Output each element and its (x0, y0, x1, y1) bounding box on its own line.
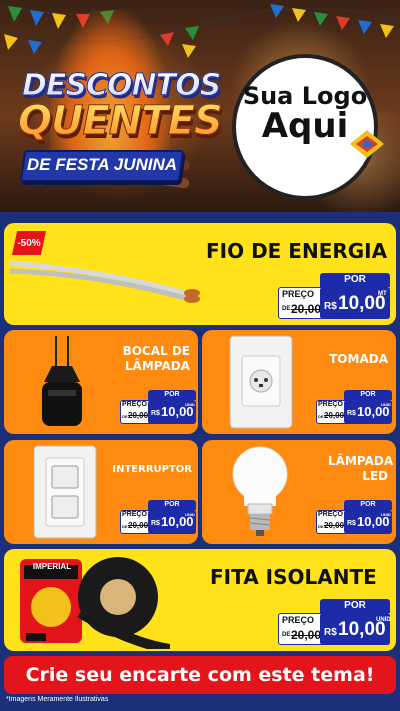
product-card-lampada[interactable]: LÂMPADA LED POR PREÇO DE 20,00 R$ 10,00 … (202, 440, 396, 544)
price-tag: POR PREÇO DE 20,00 R$ 10,00 UNID (278, 599, 391, 647)
product-card-fio[interactable]: -50% FIO DE ENERGIA POR PREÇO DE 20,00 R… (4, 223, 396, 325)
por-label: POR (344, 390, 392, 400)
de-label: DE (122, 524, 128, 529)
currency: R$ (324, 301, 337, 312)
preco-label: PREÇO (122, 511, 147, 518)
unit-label: UNID (381, 402, 391, 407)
product-card-interruptor[interactable]: INTERRUPTOR POR PREÇO DE 20,00 R$ 10,00 … (4, 440, 198, 544)
por-label: POR (320, 599, 390, 613)
product-card-bocal[interactable]: BOCAL DE LÂMPADA POR PREÇO DE 20,00 R$ 1… (4, 330, 198, 434)
product-card-fita[interactable]: IMPERIAL FITA ISOLANTE POR PREÇO DE 20,0… (4, 549, 396, 651)
unit-label: UNID (376, 617, 391, 623)
preco-label: PREÇO (122, 401, 147, 408)
currency: R$ (347, 520, 356, 527)
product-card-tomada[interactable]: TOMADA POR PREÇO DE 20,00 R$ 10,00 UNID (202, 330, 396, 434)
lamp-socket-icon (42, 336, 82, 426)
preco-label: PREÇO (318, 511, 343, 518)
light-switch-icon (33, 445, 97, 539)
por-label: POR (320, 273, 390, 287)
de-label: DE (282, 306, 291, 312)
old-price: 20,00 (324, 521, 345, 530)
por-label: POR (344, 500, 392, 510)
price-tag: POR PREÇO DE 20,00 R$ 10,00 UNID (120, 390, 196, 428)
unit-label: MT (378, 291, 387, 297)
product-title: TOMADA (329, 352, 388, 366)
currency: R$ (151, 520, 160, 527)
price-tag: POR PREÇO DE 20,00 R$ 10,00 UNID (316, 500, 392, 538)
de-label: DE (318, 414, 324, 419)
disclaimer-text: *Imagens Meramente Ilustrativas (6, 696, 109, 703)
old-price: 20,00 (128, 521, 149, 530)
tape-brand-label: IMPERIAL (32, 562, 72, 571)
por-label: POR (148, 390, 196, 400)
unit-label: UNID (381, 512, 391, 517)
price-tag: POR PREÇO DE 20,00 R$ 10,00 UNID (120, 500, 196, 538)
price-tag: POR PREÇO DE 20,00 R$ 10,00 MT (278, 273, 390, 321)
create-flyer-button[interactable]: Crie seu encarte com este tema! (4, 656, 396, 694)
de-label: DE (282, 632, 291, 638)
por-label: POR (148, 500, 196, 510)
price-tag: POR PREÇO DE 20,00 R$ 10,00 UNID (316, 390, 392, 428)
hero-subtitle: DE FESTA JUNINA (26, 155, 178, 174)
product-title: FIO DE ENERGIA (206, 239, 388, 263)
product-title: FITA ISOLANTE (210, 565, 377, 589)
led-bulb-icon (232, 446, 288, 536)
old-price: 20,00 (324, 411, 345, 420)
currency: R$ (324, 627, 337, 638)
discount-badge: -50% (12, 231, 46, 255)
preco-label: PREÇO (318, 401, 343, 408)
preco-label: PREÇO (282, 615, 315, 625)
hero-title-line2: QUENTES (18, 98, 224, 145)
de-label: DE (122, 414, 128, 419)
unit-label: UNID (185, 402, 195, 407)
power-outlet-icon (229, 335, 293, 429)
product-title: INTERRUPTOR (112, 464, 192, 475)
currency: R$ (151, 410, 160, 417)
product-title: BOCAL DE LÂMPADA (122, 344, 190, 373)
old-price: 20,00 (291, 302, 322, 316)
product-title: LÂMPADA LED (328, 454, 394, 483)
unit-label: UNID (185, 512, 195, 517)
balloon-icon (350, 130, 384, 158)
wire-icon (10, 260, 200, 303)
currency: R$ (347, 410, 356, 417)
old-price: 20,00 (291, 628, 322, 642)
hero-banner: DESCONTOS DESCONTOS QUENTES QUENTES DE F… (0, 0, 400, 212)
old-price: 20,00 (128, 411, 149, 420)
preco-label: PREÇO (282, 289, 315, 299)
de-label: DE (318, 524, 324, 529)
